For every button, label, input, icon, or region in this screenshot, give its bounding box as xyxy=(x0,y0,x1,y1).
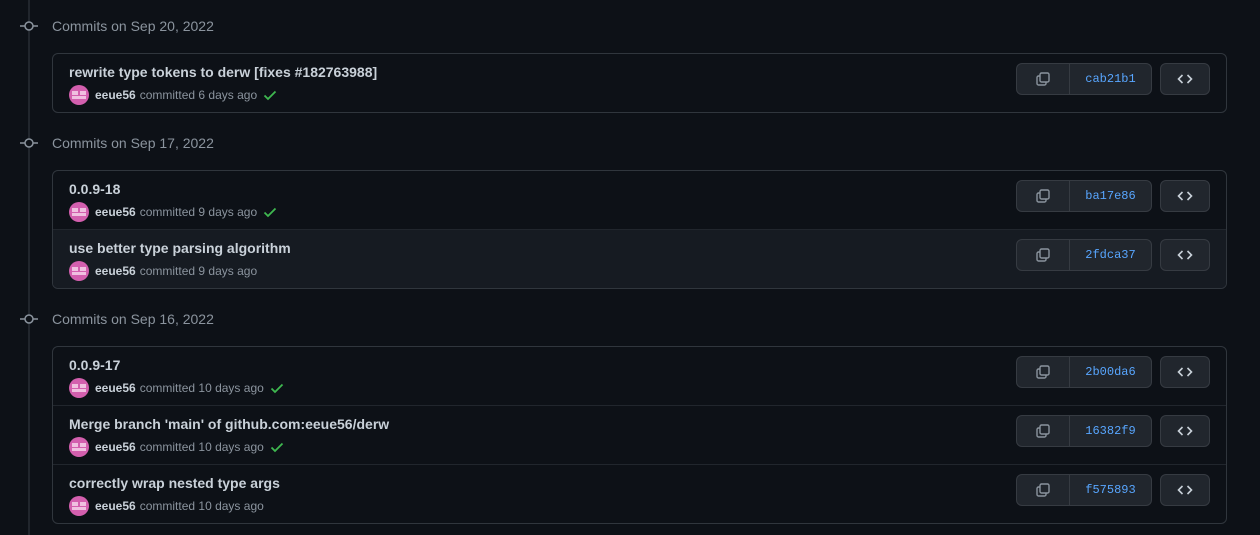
code-icon xyxy=(1177,74,1193,84)
group-header: Commits on Sep 20, 2022 xyxy=(0,16,600,36)
commit-list: 0.0.9-17 eeue56 committed 10 days ago 2b… xyxy=(52,346,1227,524)
commit-meta: eeue56 committed 9 days ago xyxy=(69,202,278,222)
commit-meta: eeue56 committed 10 days ago xyxy=(69,437,285,457)
browse-repo-button[interactable] xyxy=(1160,63,1210,95)
commit-row: rewrite type tokens to derw [fixes #1827… xyxy=(53,54,1226,112)
author-link[interactable]: eeue56 xyxy=(95,381,136,395)
copy-sha-button[interactable] xyxy=(1017,181,1070,211)
copy-icon xyxy=(1036,189,1050,203)
commit-sha-link[interactable]: 16382f9 xyxy=(1070,416,1151,446)
commit-message[interactable]: Merge branch 'main' of github.com:eeue56… xyxy=(69,416,389,432)
commit-time: 9 days ago xyxy=(198,264,258,278)
commit-time: 10 days ago xyxy=(198,499,264,513)
code-icon xyxy=(1177,367,1193,377)
commit-message[interactable]: correctly wrap nested type args xyxy=(69,475,280,491)
code-icon xyxy=(1177,485,1193,495)
commit-sha-link[interactable]: f575893 xyxy=(1070,475,1151,505)
check-icon[interactable] xyxy=(269,380,285,396)
commit-sha-link[interactable]: 2b00da6 xyxy=(1070,357,1151,387)
commit-time: 6 days ago xyxy=(198,88,258,102)
group-title: Commits on Sep 16, 2022 xyxy=(52,311,214,327)
copy-icon xyxy=(1036,72,1050,86)
commit-message[interactable]: use better type parsing algorithm xyxy=(69,240,291,256)
commit-meta: eeue56 committed 10 days ago xyxy=(69,378,285,398)
sha-button-group: 2b00da6 xyxy=(1016,356,1152,388)
commit-action: committed xyxy=(139,499,196,513)
commit-sha-link[interactable]: ba17e86 xyxy=(1070,181,1151,211)
author-link[interactable]: eeue56 xyxy=(95,88,136,102)
avatar[interactable] xyxy=(69,378,89,398)
commit-action: committed xyxy=(139,381,196,395)
avatar[interactable] xyxy=(69,437,89,457)
group-header: Commits on Sep 17, 2022 xyxy=(0,133,600,153)
commit-row: 0.0.9-17 eeue56 committed 10 days ago 2b… xyxy=(53,347,1226,405)
git-commit-icon xyxy=(20,314,38,324)
commit-list: 0.0.9-18 eeue56 committed 9 days ago ba1… xyxy=(52,170,1227,289)
git-commit-icon xyxy=(20,21,38,31)
check-icon[interactable] xyxy=(262,87,278,103)
sha-button-group: ba17e86 xyxy=(1016,180,1152,212)
group-title: Commits on Sep 17, 2022 xyxy=(52,135,214,151)
commit-meta: eeue56 committed 10 days ago xyxy=(69,496,264,516)
browse-repo-button[interactable] xyxy=(1160,474,1210,506)
commit-time: 9 days ago xyxy=(198,205,258,219)
avatar[interactable] xyxy=(69,202,89,222)
check-icon[interactable] xyxy=(262,204,278,220)
author-link[interactable]: eeue56 xyxy=(95,205,136,219)
copy-sha-button[interactable] xyxy=(1017,357,1070,387)
commit-message[interactable]: rewrite type tokens to derw [fixes #1827… xyxy=(69,64,377,80)
commit-action: committed xyxy=(139,205,196,219)
browse-repo-button[interactable] xyxy=(1160,356,1210,388)
copy-sha-button[interactable] xyxy=(1017,240,1070,270)
author-link[interactable]: eeue56 xyxy=(95,264,136,278)
code-icon xyxy=(1177,426,1193,436)
commit-message[interactable]: 0.0.9-18 xyxy=(69,181,120,197)
commit-time: 10 days ago xyxy=(198,440,264,454)
commit-sha-link[interactable]: cab21b1 xyxy=(1070,64,1151,94)
copy-sha-button[interactable] xyxy=(1017,416,1070,446)
commit-message[interactable]: 0.0.9-17 xyxy=(69,357,120,373)
git-commit-icon xyxy=(20,138,38,148)
copy-icon xyxy=(1036,248,1050,262)
commit-sha-link[interactable]: 2fdca37 xyxy=(1070,240,1151,270)
commit-action: committed xyxy=(139,264,196,278)
group-header: Commits on Sep 16, 2022 xyxy=(0,309,600,329)
commit-row: 0.0.9-18 eeue56 committed 9 days ago ba1… xyxy=(53,171,1226,229)
browse-repo-button[interactable] xyxy=(1160,239,1210,271)
group-title: Commits on Sep 20, 2022 xyxy=(52,18,214,34)
sha-button-group: 2fdca37 xyxy=(1016,239,1152,271)
author-link[interactable]: eeue56 xyxy=(95,499,136,513)
commit-time: 10 days ago xyxy=(198,381,264,395)
copy-icon xyxy=(1036,365,1050,379)
copy-sha-button[interactable] xyxy=(1017,64,1070,94)
copy-icon xyxy=(1036,483,1050,497)
commit-action: committed xyxy=(139,440,196,454)
sha-button-group: f575893 xyxy=(1016,474,1152,506)
browse-repo-button[interactable] xyxy=(1160,415,1210,447)
sha-button-group: cab21b1 xyxy=(1016,63,1152,95)
copy-icon xyxy=(1036,424,1050,438)
browse-repo-button[interactable] xyxy=(1160,180,1210,212)
sha-button-group: 16382f9 xyxy=(1016,415,1152,447)
avatar[interactable] xyxy=(69,261,89,281)
code-icon xyxy=(1177,250,1193,260)
author-link[interactable]: eeue56 xyxy=(95,440,136,454)
commit-row: correctly wrap nested type args eeue56 c… xyxy=(53,464,1226,523)
commit-list: rewrite type tokens to derw [fixes #1827… xyxy=(52,53,1227,113)
commit-meta: eeue56 committed 6 days ago xyxy=(69,85,278,105)
commit-action: committed xyxy=(139,88,196,102)
check-icon[interactable] xyxy=(269,439,285,455)
copy-sha-button[interactable] xyxy=(1017,475,1070,505)
timeline-line xyxy=(28,0,30,535)
avatar[interactable] xyxy=(69,496,89,516)
commit-row: Merge branch 'main' of github.com:eeue56… xyxy=(53,405,1226,464)
code-icon xyxy=(1177,191,1193,201)
avatar[interactable] xyxy=(69,85,89,105)
commit-meta: eeue56 committed 9 days ago xyxy=(69,261,257,281)
commit-row: use better type parsing algorithm eeue56… xyxy=(53,229,1226,288)
